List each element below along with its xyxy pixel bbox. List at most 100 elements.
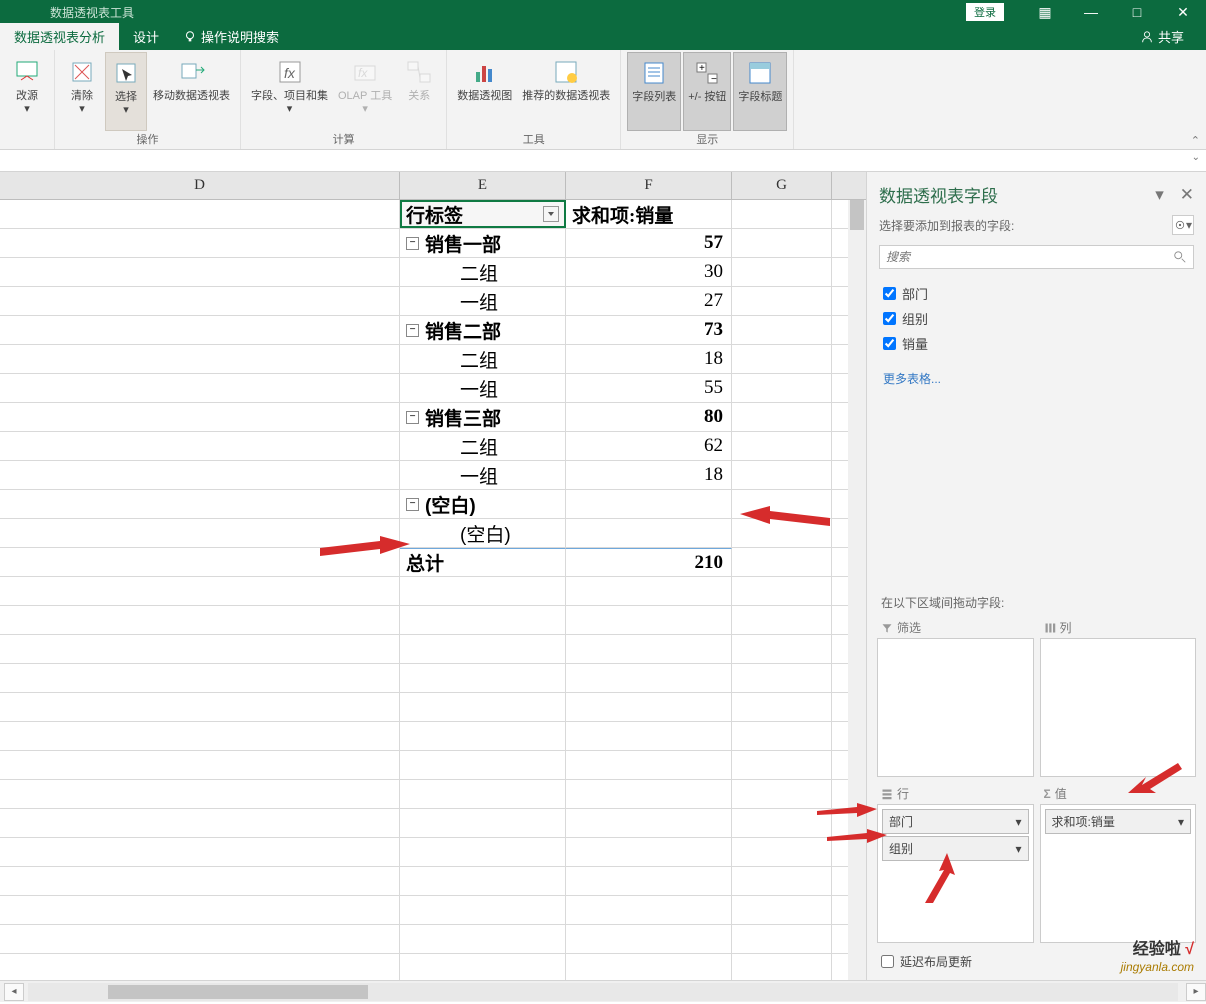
- pivot-row[interactable]: 一组: [400, 287, 566, 315]
- collapse-button[interactable]: −: [406, 237, 419, 250]
- pivot-row[interactable]: 一组: [400, 374, 566, 402]
- scroll-left-button[interactable]: ◂: [4, 983, 24, 1001]
- pivot-row[interactable]: 二组: [400, 345, 566, 373]
- collapse-button[interactable]: −: [406, 324, 419, 337]
- tab-design[interactable]: 设计: [119, 23, 173, 50]
- collapse-button[interactable]: −: [406, 498, 419, 511]
- pivot-grand-total-value[interactable]: 210: [566, 548, 732, 576]
- svg-text:fx: fx: [284, 65, 296, 81]
- pivot-chart-icon: [471, 58, 499, 86]
- col-header-D[interactable]: D: [0, 172, 400, 199]
- worksheet-area[interactable]: D E F G 行标签求和项:销量−销售一部57二组30一组27−销售二部73二…: [0, 172, 866, 980]
- olap-icon: fx: [351, 58, 379, 86]
- pivot-value-cell[interactable]: 30: [566, 258, 732, 286]
- maximize-button[interactable]: □: [1114, 4, 1160, 20]
- chip-dropdown[interactable]: ▾: [1178, 815, 1184, 829]
- field-checkbox[interactable]: [883, 287, 896, 300]
- change-data-source-button[interactable]: 改源▾: [6, 52, 48, 135]
- filter-icon: [881, 622, 893, 634]
- pivot-value-cell[interactable]: 62: [566, 432, 732, 460]
- tell-me-search[interactable]: 操作说明搜索: [173, 23, 289, 50]
- pivot-row[interactable]: −(空白): [400, 490, 566, 518]
- collapse-button[interactable]: −: [406, 411, 419, 424]
- scroll-right-button[interactable]: ▸: [1186, 983, 1206, 1001]
- pivot-row[interactable]: −销售二部: [400, 316, 566, 344]
- pivot-row[interactable]: 二组: [400, 258, 566, 286]
- pivot-value-cell[interactable]: [566, 490, 732, 518]
- field-headers-icon: [746, 59, 774, 87]
- pivot-value-cell[interactable]: 55: [566, 374, 732, 402]
- area-field-chip[interactable]: 部门▾: [882, 809, 1029, 834]
- select-button[interactable]: 选择▾: [105, 52, 147, 131]
- pivot-value-cell[interactable]: 80: [566, 403, 732, 431]
- row-label-dropdown[interactable]: [543, 206, 559, 222]
- pivot-value-cell[interactable]: [566, 519, 732, 547]
- hscroll-thumb[interactable]: [108, 985, 368, 999]
- svg-text:−: −: [711, 74, 717, 85]
- field-checkbox-item[interactable]: 组别: [883, 306, 1190, 331]
- rows-icon: [881, 788, 893, 800]
- move-pivot-button[interactable]: 移动数据透视表: [149, 52, 234, 131]
- close-button[interactable]: ✕: [1160, 4, 1206, 21]
- share-button[interactable]: 共享: [1132, 23, 1192, 50]
- pivot-chart-button[interactable]: 数据透视图: [453, 52, 516, 131]
- more-tables-link[interactable]: 更多表格...: [867, 364, 1206, 393]
- field-checkbox[interactable]: [883, 312, 896, 325]
- pivot-grand-total-label[interactable]: 总计: [400, 548, 566, 576]
- pivot-row[interactable]: (空白): [400, 519, 566, 547]
- field-pane-subtitle: 选择要添加到报表的字段:: [879, 217, 1014, 234]
- svg-text:+: +: [699, 63, 705, 74]
- col-header-G[interactable]: G: [732, 172, 832, 199]
- ribbon-options-button[interactable]: ▦: [1022, 4, 1068, 21]
- field-list-icon: [640, 59, 668, 87]
- pivot-row-label-header[interactable]: 行标签: [400, 200, 566, 228]
- field-pane-menu-button[interactable]: ▾: [1155, 185, 1164, 205]
- field-list-toggle[interactable]: 字段列表: [627, 52, 681, 131]
- pivot-value-cell[interactable]: 18: [566, 345, 732, 373]
- group-label-show: 显示: [696, 131, 718, 149]
- chip-dropdown[interactable]: ▾: [1015, 842, 1021, 856]
- pivot-value-cell[interactable]: 18: [566, 461, 732, 489]
- defer-layout-label: 延迟布局更新: [900, 953, 972, 970]
- pivot-row[interactable]: 二组: [400, 432, 566, 460]
- pivot-value-cell[interactable]: 73: [566, 316, 732, 344]
- chip-dropdown[interactable]: ▾: [1015, 815, 1021, 829]
- area-filter[interactable]: 筛选: [877, 617, 1034, 777]
- field-pane-close-button[interactable]: ✕: [1180, 185, 1194, 205]
- field-search-box[interactable]: [879, 245, 1194, 269]
- col-header-F[interactable]: F: [566, 172, 732, 199]
- plus-minus-buttons-toggle[interactable]: +− +/- 按钮: [683, 52, 731, 131]
- area-field-chip[interactable]: 组别▾: [882, 836, 1029, 861]
- field-pane-settings-button[interactable]: ▾: [1172, 215, 1194, 235]
- formula-bar-expand[interactable]: ⌄: [1192, 152, 1200, 163]
- field-search-input[interactable]: [886, 250, 1173, 264]
- area-values[interactable]: Σ值 求和项:销量▾: [1040, 783, 1197, 943]
- pivot-row[interactable]: −销售三部: [400, 403, 566, 431]
- area-field-chip[interactable]: 求和项:销量▾: [1045, 809, 1192, 834]
- recommended-pivot-button[interactable]: 推荐的数据透视表: [518, 52, 614, 131]
- minimize-button[interactable]: —: [1068, 4, 1114, 20]
- field-checkbox[interactable]: [883, 337, 896, 350]
- pivot-row[interactable]: −销售一部: [400, 229, 566, 257]
- area-columns[interactable]: 列: [1040, 617, 1197, 777]
- collapse-ribbon-button[interactable]: ⌃: [1191, 134, 1200, 147]
- field-checkbox-item[interactable]: 部门: [883, 281, 1190, 306]
- area-rows[interactable]: 行 部门▾组别▾: [877, 783, 1034, 943]
- pivot-value-cell[interactable]: 57: [566, 229, 732, 257]
- pivot-row[interactable]: 一组: [400, 461, 566, 489]
- horizontal-scrollbar[interactable]: ◂ ▸: [0, 980, 1206, 1002]
- clear-icon: [68, 58, 96, 86]
- col-header-E[interactable]: E: [400, 172, 566, 199]
- search-icon: [1173, 250, 1187, 264]
- clear-button[interactable]: 清除▾: [61, 52, 103, 131]
- defer-layout-checkbox[interactable]: [881, 955, 894, 968]
- fields-items-sets-button[interactable]: fx 字段、项目和集▾: [247, 52, 332, 131]
- pivot-value-header[interactable]: 求和项:销量: [566, 200, 732, 228]
- login-button[interactable]: 登录: [966, 3, 1004, 21]
- pivot-value-cell[interactable]: 27: [566, 287, 732, 315]
- field-checkbox-item[interactable]: 销量: [883, 331, 1190, 356]
- vertical-scrollbar[interactable]: [848, 200, 866, 980]
- tab-pivot-analyze[interactable]: 数据透视表分析: [0, 23, 119, 50]
- gear-icon: [1174, 219, 1186, 231]
- field-headers-toggle[interactable]: 字段标题: [733, 52, 787, 131]
